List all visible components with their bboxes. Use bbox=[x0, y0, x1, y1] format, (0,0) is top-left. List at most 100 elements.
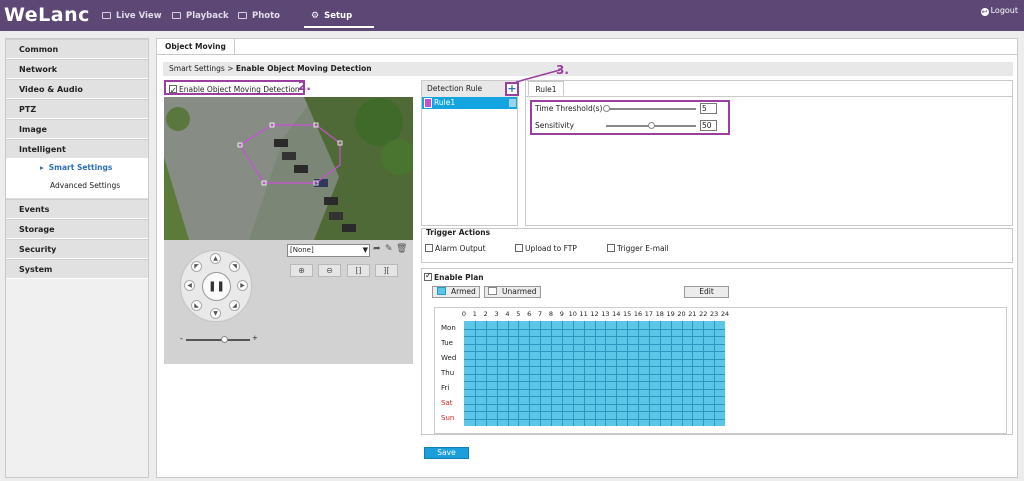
time-threshold-slider[interactable] bbox=[606, 108, 696, 110]
tab-divider bbox=[156, 54, 1018, 55]
ptz-left-icon[interactable]: ◀ bbox=[184, 280, 195, 291]
alarm-output-option[interactable]: Alarm Output bbox=[425, 244, 486, 253]
sensitivity-label: Sensitivity bbox=[535, 121, 575, 130]
sidebar-item-common[interactable]: Common bbox=[6, 39, 148, 59]
trigger-email-checkbox[interactable] bbox=[607, 244, 615, 252]
breadcrumb-root[interactable]: Smart Settings bbox=[169, 64, 225, 73]
grid-row-line bbox=[464, 351, 725, 352]
nav-photo-label: Photo bbox=[252, 10, 281, 21]
zoom-minus-icon[interactable]: - bbox=[180, 334, 183, 343]
sidebar-item-image[interactable]: Image bbox=[6, 119, 148, 139]
alarm-output-label: Alarm Output bbox=[435, 244, 486, 253]
enable-plan-option[interactable]: Enable Plan bbox=[424, 271, 484, 282]
time-threshold-input[interactable]: 5 bbox=[700, 103, 717, 114]
ptz-pause-button[interactable]: ❚❚ bbox=[202, 272, 231, 301]
rule-delete-icon[interactable] bbox=[509, 99, 516, 107]
unarmed-button[interactable]: Unarmed bbox=[484, 286, 541, 298]
sidebar-item-video-audio[interactable]: Video & Audio bbox=[6, 79, 148, 99]
video-preview[interactable] bbox=[164, 97, 413, 240]
trigger-actions-panel bbox=[421, 228, 1013, 263]
save-button[interactable]: Save bbox=[424, 447, 469, 459]
image-icon bbox=[238, 12, 247, 19]
nav-live-view[interactable]: Live View bbox=[102, 0, 162, 31]
enable-checkbox-label: Enable Object Moving Detection bbox=[179, 85, 300, 94]
ptz-down-right-icon[interactable]: ◢ bbox=[229, 300, 240, 311]
sensitivity-input[interactable]: 50 bbox=[700, 120, 717, 131]
grid-row-line bbox=[464, 388, 725, 390]
chevron-down-icon: ▼ bbox=[362, 246, 368, 254]
day-label-sat: Sat bbox=[441, 399, 453, 407]
logout-label: Logout bbox=[990, 6, 1018, 15]
logout-button[interactable]: ↩ Logout bbox=[980, 6, 1018, 16]
film-icon bbox=[172, 12, 181, 19]
sidebar-item-ptz[interactable]: PTZ bbox=[6, 99, 148, 119]
zoom-in-button[interactable]: ⊕ bbox=[290, 264, 313, 277]
ptz-speed-slider[interactable] bbox=[186, 339, 250, 341]
trigger-email-option[interactable]: Trigger E-mail bbox=[607, 244, 669, 253]
enable-checkbox-box[interactable] bbox=[169, 83, 177, 98]
sidebar-item-security[interactable]: Security bbox=[6, 239, 148, 259]
nav-photo[interactable]: Photo bbox=[238, 0, 280, 31]
sidebar-item-network[interactable]: Network bbox=[6, 59, 148, 79]
ptz-up-left-icon[interactable]: ◤ bbox=[191, 261, 202, 272]
upload-ftp-label: Upload to FTP bbox=[525, 244, 577, 253]
unarmed-label: Unarmed bbox=[502, 287, 537, 296]
add-rule-button[interactable]: + bbox=[505, 82, 519, 96]
detection-rule-header: Detection Rule bbox=[422, 81, 517, 97]
focus-near-button[interactable]: ⁅⁆ bbox=[347, 264, 370, 277]
sidebar-item-events[interactable]: Events bbox=[6, 199, 148, 219]
sidebar-item-storage[interactable]: Storage bbox=[6, 219, 148, 239]
armed-swatch bbox=[437, 287, 446, 295]
grid-row-line bbox=[464, 343, 725, 345]
nav-setup-label: Setup bbox=[324, 10, 353, 21]
nav-playback[interactable]: Playback bbox=[172, 0, 229, 31]
alarm-output-checkbox[interactable] bbox=[425, 244, 433, 252]
ptz-up-right-icon[interactable]: ◥ bbox=[229, 261, 240, 272]
sensitivity-slider-knob[interactable] bbox=[648, 122, 655, 129]
gear-icon: ⚙ bbox=[311, 10, 320, 21]
schedule-grid[interactable] bbox=[464, 321, 725, 426]
day-label-fri: Fri bbox=[441, 384, 450, 392]
time-threshold-slider-knob[interactable] bbox=[603, 105, 610, 112]
unarmed-swatch bbox=[488, 287, 497, 295]
ptz-right-icon[interactable]: ▶ bbox=[237, 280, 248, 291]
armed-button[interactable]: Armed bbox=[432, 286, 480, 298]
day-label-wed: Wed bbox=[441, 354, 457, 362]
ptz-down-icon[interactable]: ▼ bbox=[210, 308, 221, 319]
day-label-mon: Mon bbox=[441, 324, 456, 332]
sidebar: Common Network Video & Audio PTZ Image I… bbox=[5, 38, 149, 478]
zoom-plus-icon[interactable]: + bbox=[252, 334, 258, 342]
grid-row-line bbox=[464, 366, 725, 367]
grid-row-line bbox=[464, 328, 725, 330]
zoom-out-button[interactable]: ⊖ bbox=[318, 264, 341, 277]
grid-row-line bbox=[464, 358, 725, 360]
goto-preset-icon[interactable]: ➦ bbox=[373, 244, 381, 254]
sidebar-item-intelligent[interactable]: Intelligent bbox=[6, 139, 148, 159]
sidebar-subitem-smart-settings[interactable]: Smart Settings bbox=[6, 159, 148, 177]
upload-ftp-option[interactable]: Upload to FTP bbox=[515, 244, 577, 253]
delete-icon[interactable]: 🗑 bbox=[396, 244, 407, 254]
tab-rule1[interactable]: Rule1 bbox=[528, 81, 564, 96]
edit-icon[interactable]: ✎ bbox=[385, 244, 393, 254]
sidebar-subitem-advanced-settings[interactable]: Advanced Settings bbox=[6, 177, 148, 195]
ptz-up-icon[interactable]: ▲ bbox=[210, 253, 221, 264]
enable-plan-checkbox[interactable] bbox=[424, 271, 432, 281]
rule-list-item[interactable]: Rule1 bbox=[422, 97, 517, 109]
armed-label: Armed bbox=[451, 287, 476, 296]
trigger-actions-title: Trigger Actions bbox=[426, 228, 491, 237]
focus-far-button[interactable]: ⁆⁅ bbox=[375, 264, 398, 277]
active-nav-indicator bbox=[304, 26, 374, 28]
preset-select[interactable]: [None] ▼ bbox=[287, 244, 370, 257]
breadcrumb: Smart Settings > Enable Object Moving De… bbox=[163, 62, 1013, 76]
grid-row-line bbox=[464, 411, 725, 412]
enable-object-moving-checkbox[interactable]: Enable Object Moving Detection bbox=[164, 80, 305, 98]
upload-ftp-checkbox[interactable] bbox=[515, 244, 523, 252]
tab-object-moving[interactable]: Object Moving bbox=[156, 38, 235, 54]
camera-image bbox=[164, 97, 413, 240]
grid-row-line bbox=[464, 396, 725, 397]
sidebar-item-system[interactable]: System bbox=[6, 259, 148, 279]
day-label-tue: Tue bbox=[441, 339, 453, 347]
edit-plan-button[interactable]: Edit bbox=[684, 286, 729, 298]
rule-color-swatch bbox=[424, 98, 432, 108]
ptz-down-left-icon[interactable]: ◣ bbox=[191, 300, 202, 311]
